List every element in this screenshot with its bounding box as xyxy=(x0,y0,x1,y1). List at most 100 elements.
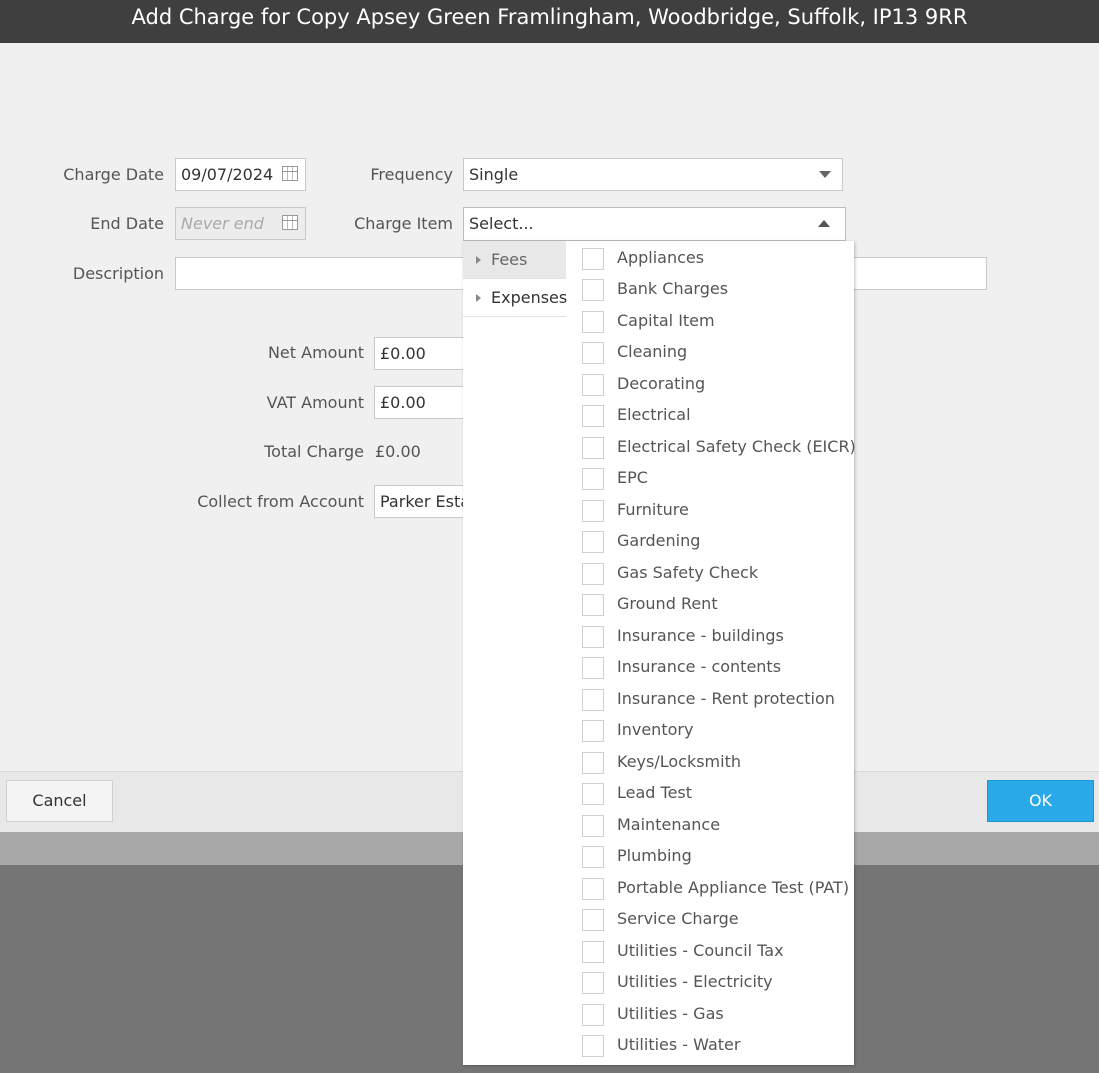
option-portable-appliance-test[interactable]: Portable Appliance Test (PAT) xyxy=(566,873,854,905)
option-insurance-contents[interactable]: Insurance - contents xyxy=(566,652,854,684)
option-inventory[interactable]: Inventory xyxy=(566,715,854,747)
checkbox[interactable] xyxy=(582,815,604,837)
checkbox[interactable] xyxy=(582,689,604,711)
option-label: Appliances xyxy=(617,248,705,267)
option-gas-safety-check[interactable]: Gas Safety Check xyxy=(566,558,854,590)
end-date-placeholder: Never end xyxy=(181,214,264,233)
frequency-label: Frequency xyxy=(370,165,453,184)
checkbox[interactable] xyxy=(582,878,604,900)
calendar-icon[interactable] xyxy=(282,166,298,181)
option-label: Utilities - Council Tax xyxy=(617,941,784,960)
option-appliances[interactable]: Appliances xyxy=(566,243,854,275)
option-capital-item[interactable]: Capital Item xyxy=(566,306,854,338)
option-ground-rent[interactable]: Ground Rent xyxy=(566,589,854,621)
option-epc[interactable]: EPC xyxy=(566,463,854,495)
net-amount-label: Net Amount xyxy=(267,343,364,362)
option-insurance-rent-protection[interactable]: Insurance - Rent protection xyxy=(566,684,854,716)
chevron-down-icon xyxy=(819,171,831,178)
checkbox[interactable] xyxy=(582,941,604,963)
caret-right-icon xyxy=(476,256,481,264)
checkbox[interactable] xyxy=(582,374,604,396)
caret-right-icon xyxy=(476,294,481,302)
option-label: Bank Charges xyxy=(617,279,729,298)
charge-item-value: Select... xyxy=(469,214,534,233)
net-amount-value: £0.00 xyxy=(380,344,426,363)
option-decorating[interactable]: Decorating xyxy=(566,369,854,401)
option-electrical-safety-check[interactable]: Electrical Safety Check (EICR) xyxy=(566,432,856,464)
checkbox[interactable] xyxy=(582,720,604,742)
description-label: Description xyxy=(72,264,164,283)
frequency-value: Single xyxy=(469,165,519,184)
charge-item-select[interactable]: Select... xyxy=(463,207,846,241)
category-fees[interactable]: Fees xyxy=(463,241,566,279)
option-utilities-council-tax[interactable]: Utilities - Council Tax xyxy=(566,936,854,968)
checkbox[interactable] xyxy=(582,594,604,616)
checkbox[interactable] xyxy=(582,563,604,585)
ok-button[interactable]: OK xyxy=(987,780,1094,822)
option-label: EPC xyxy=(617,468,648,487)
end-date-field[interactable]: Never end xyxy=(175,207,306,240)
total-charge-value: £0.00 xyxy=(375,442,421,461)
vat-amount-value: £0.00 xyxy=(380,393,426,412)
checkbox[interactable] xyxy=(582,279,604,301)
charge-item-dropdown: Fees Expenses Appliances Bank Charges Ca… xyxy=(463,241,856,1065)
checkbox[interactable] xyxy=(582,437,604,459)
option-utilities-electricity[interactable]: Utilities - Electricity xyxy=(566,967,854,999)
end-date-label: End Date xyxy=(90,214,164,233)
option-service-charge[interactable]: Service Charge xyxy=(566,904,854,936)
dialog-title: Add Charge for Copy Apsey Green Framling… xyxy=(0,0,1099,43)
option-label: Insurance - Rent protection xyxy=(617,689,835,708)
option-utilities-gas[interactable]: Utilities - Gas xyxy=(566,999,854,1031)
option-label: Insurance - contents xyxy=(617,657,782,676)
option-label: Electrical xyxy=(617,405,691,424)
option-bank-charges[interactable]: Bank Charges xyxy=(566,274,854,306)
collect-from-account-select[interactable]: Parker Estat xyxy=(374,485,474,518)
charge-date-value: 09/07/2024 xyxy=(181,165,274,184)
charge-item-label: Charge Item xyxy=(354,214,453,233)
option-label: Utilities - Electricity xyxy=(617,972,773,991)
checkbox[interactable] xyxy=(582,972,604,994)
option-label: Portable Appliance Test (PAT) xyxy=(617,878,850,897)
checkbox[interactable] xyxy=(582,248,604,270)
option-electrical[interactable]: Electrical xyxy=(566,400,854,432)
checkbox[interactable] xyxy=(582,342,604,364)
option-insurance-buildings[interactable]: Insurance - buildings xyxy=(566,621,854,653)
checkbox[interactable] xyxy=(582,405,604,427)
option-label: Utilities - Water xyxy=(617,1035,741,1054)
checkbox[interactable] xyxy=(582,909,604,931)
checkbox[interactable] xyxy=(582,311,604,333)
option-keys-locksmith[interactable]: Keys/Locksmith xyxy=(566,747,854,779)
option-gardening[interactable]: Gardening xyxy=(566,526,854,558)
option-label: Service Charge xyxy=(617,909,739,928)
total-charge-label: Total Charge xyxy=(264,442,364,461)
checkbox[interactable] xyxy=(582,531,604,553)
frequency-select[interactable]: Single xyxy=(463,158,843,191)
collect-from-account-value: Parker Estat xyxy=(380,492,474,511)
checkbox[interactable] xyxy=(582,752,604,774)
charge-date-field[interactable]: 09/07/2024 xyxy=(175,158,306,191)
net-amount-input[interactable]: £0.00 xyxy=(374,337,474,370)
option-label: Cleaning xyxy=(617,342,688,361)
checkbox[interactable] xyxy=(582,500,604,522)
checkbox[interactable] xyxy=(582,846,604,868)
vat-amount-input[interactable]: £0.00 xyxy=(374,386,474,419)
checkbox[interactable] xyxy=(582,468,604,490)
checkbox[interactable] xyxy=(582,1035,604,1057)
checkbox[interactable] xyxy=(582,1004,604,1026)
calendar-icon[interactable] xyxy=(282,215,298,230)
option-maintenance[interactable]: Maintenance xyxy=(566,810,854,842)
option-plumbing[interactable]: Plumbing xyxy=(566,841,854,873)
checkbox[interactable] xyxy=(582,783,604,805)
option-lead-test[interactable]: Lead Test xyxy=(566,778,854,810)
checkbox[interactable] xyxy=(582,657,604,679)
option-utilities-water[interactable]: Utilities - Water xyxy=(566,1030,854,1062)
option-label: Furniture xyxy=(617,500,689,519)
option-furniture[interactable]: Furniture xyxy=(566,495,854,527)
option-label: Decorating xyxy=(617,374,706,393)
option-label: Maintenance xyxy=(617,815,721,834)
category-expenses[interactable]: Expenses xyxy=(463,279,567,317)
option-cleaning[interactable]: Cleaning xyxy=(566,337,854,369)
cancel-button[interactable]: Cancel xyxy=(6,780,113,822)
checkbox[interactable] xyxy=(582,626,604,648)
option-label: Keys/Locksmith xyxy=(617,752,741,771)
